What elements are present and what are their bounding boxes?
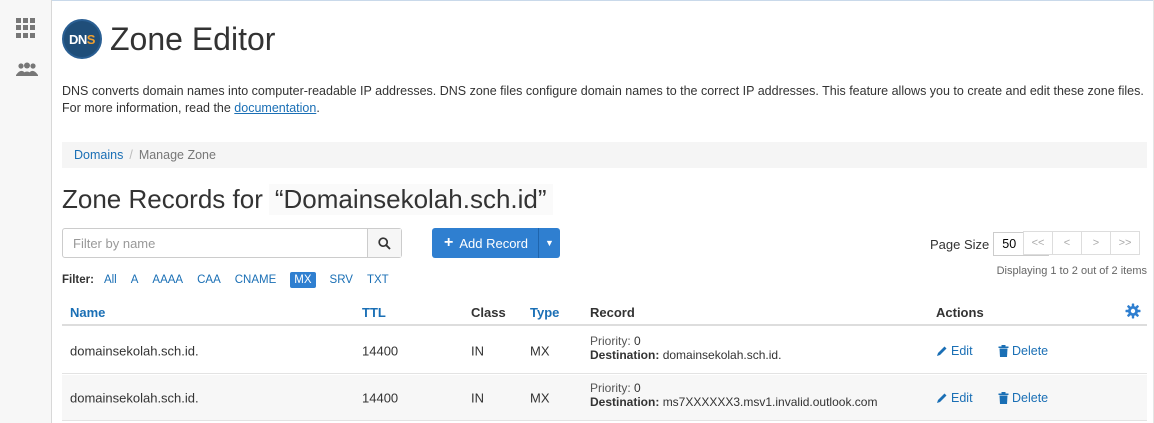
page-size-label: Page Size: [930, 236, 990, 252]
destination-label: Destination:: [590, 395, 660, 409]
column-name[interactable]: Name: [70, 305, 105, 320]
left-rail: [0, 0, 52, 423]
record-name: domainsekolah.sch.id.: [70, 390, 199, 405]
pencil-icon: [937, 393, 947, 403]
page-description: DNS converts domain names into computer-…: [62, 83, 1147, 117]
breadcrumb-current: Manage Zone: [138, 148, 216, 162]
record-type-filter: Filter: All A AAAA CAA CNAME MX SRV TXT: [62, 272, 403, 288]
last-page-button[interactable]: >>: [1110, 231, 1140, 255]
description-text: DNS converts domain names into computer-…: [62, 84, 1144, 115]
record-name: domainsekolah.sch.id.: [70, 343, 199, 358]
logo-text-dn: DN: [69, 31, 87, 47]
search-button[interactable]: [367, 229, 401, 257]
priority-value: 0: [634, 381, 641, 395]
page-header: DN S Zone Editor: [62, 18, 275, 60]
delete-label: Delete: [1012, 390, 1049, 405]
plus-icon: +: [444, 234, 454, 251]
breadcrumb-separator: /: [129, 148, 133, 162]
trash-icon: [998, 391, 1009, 404]
section-title: Zone Records for “Domainsekolah.sch.id”: [62, 184, 553, 215]
filter-search-box: [62, 228, 402, 258]
record-class: IN: [471, 343, 484, 358]
record-details: Priority: 0 Destination: ms7XXXXXX3.msv1…: [590, 381, 877, 409]
gear-icon[interactable]: [1125, 303, 1141, 322]
filter-cname[interactable]: CNAME: [235, 274, 277, 286]
filter-txt[interactable]: TXT: [367, 274, 389, 286]
destination-label: Destination:: [590, 348, 660, 362]
pencil-icon: [937, 346, 947, 356]
previous-page-button[interactable]: <: [1052, 231, 1082, 255]
top-border: [52, 0, 1154, 1]
record-details: Priority: 0 Destination: domainsekolah.s…: [590, 334, 781, 362]
edit-label: Edit: [951, 390, 973, 405]
column-record: Record: [590, 305, 635, 320]
first-page-button[interactable]: <<: [1023, 231, 1053, 255]
destination-value: ms7XXXXXX3.msv1.invalid.outlook.com: [662, 395, 878, 409]
priority-label: Priority:: [590, 334, 631, 348]
breadcrumb: Domains / Manage Zone: [62, 142, 1147, 168]
pagination: << < > >>: [1023, 231, 1140, 255]
search-icon: [378, 236, 391, 250]
priority-value: 0: [634, 334, 641, 348]
filter-by-name-input[interactable]: [63, 229, 367, 257]
filter-all[interactable]: All: [104, 274, 117, 286]
filter-srv[interactable]: SRV: [330, 274, 353, 286]
items-count-text: Displaying 1 to 2 out of 2 items: [996, 265, 1147, 277]
next-page-button[interactable]: >: [1081, 231, 1111, 255]
filter-label: Filter:: [62, 274, 94, 286]
delete-button[interactable]: Delete: [998, 344, 1048, 358]
filter-mx[interactable]: MX: [290, 272, 316, 288]
record-ttl: 14400: [362, 343, 399, 358]
add-record-dropdown-toggle[interactable]: ▼: [538, 228, 560, 258]
add-record-button-group: + Add Record ▼: [432, 228, 560, 258]
logo-text-s: S: [86, 31, 96, 47]
apps-grid-icon[interactable]: [16, 18, 36, 38]
filter-aaaa[interactable]: AAAA: [152, 274, 183, 286]
table-header: Name TTL Class Type Record Actions: [62, 300, 1147, 326]
record-ttl: 14400: [362, 390, 399, 405]
edit-label: Edit: [951, 343, 973, 358]
add-record-label: Add Record: [459, 235, 528, 251]
section-title-label: Zone Records for: [62, 184, 263, 214]
trash-icon: [998, 344, 1009, 357]
edit-button[interactable]: Edit: [936, 344, 973, 358]
column-class: Class: [471, 305, 506, 320]
filter-caa[interactable]: CAA: [197, 274, 221, 286]
table-row: domainsekolah.sch.id. 14400 IN MX Priori…: [62, 328, 1147, 374]
documentation-link[interactable]: documentation: [234, 101, 316, 115]
page-title: Zone Editor: [110, 20, 276, 57]
record-type: MX: [530, 343, 550, 358]
filter-a[interactable]: A: [131, 274, 139, 286]
record-class: IN: [471, 390, 484, 405]
add-record-button[interactable]: + Add Record: [432, 228, 538, 258]
delete-button[interactable]: Delete: [998, 391, 1048, 405]
section-title-domain: “Domainsekolah.sch.id”: [268, 184, 553, 215]
destination-value: domainsekolah.sch.id.: [662, 348, 782, 362]
record-type: MX: [530, 390, 550, 405]
breadcrumb-domains-link[interactable]: Domains: [74, 148, 123, 162]
caret-down-icon: ▼: [545, 238, 554, 248]
column-type[interactable]: Type: [530, 305, 559, 320]
table-row: domainsekolah.sch.id. 14400 IN MX Priori…: [62, 375, 1147, 421]
users-icon[interactable]: [16, 62, 38, 82]
edit-button[interactable]: Edit: [936, 391, 973, 405]
column-ttl[interactable]: TTL: [362, 305, 386, 320]
column-actions: Actions: [936, 305, 984, 320]
dns-logo-icon: DN S: [62, 19, 102, 59]
description-tail: .: [316, 101, 320, 115]
delete-label: Delete: [1012, 343, 1049, 358]
priority-label: Priority:: [590, 381, 631, 395]
